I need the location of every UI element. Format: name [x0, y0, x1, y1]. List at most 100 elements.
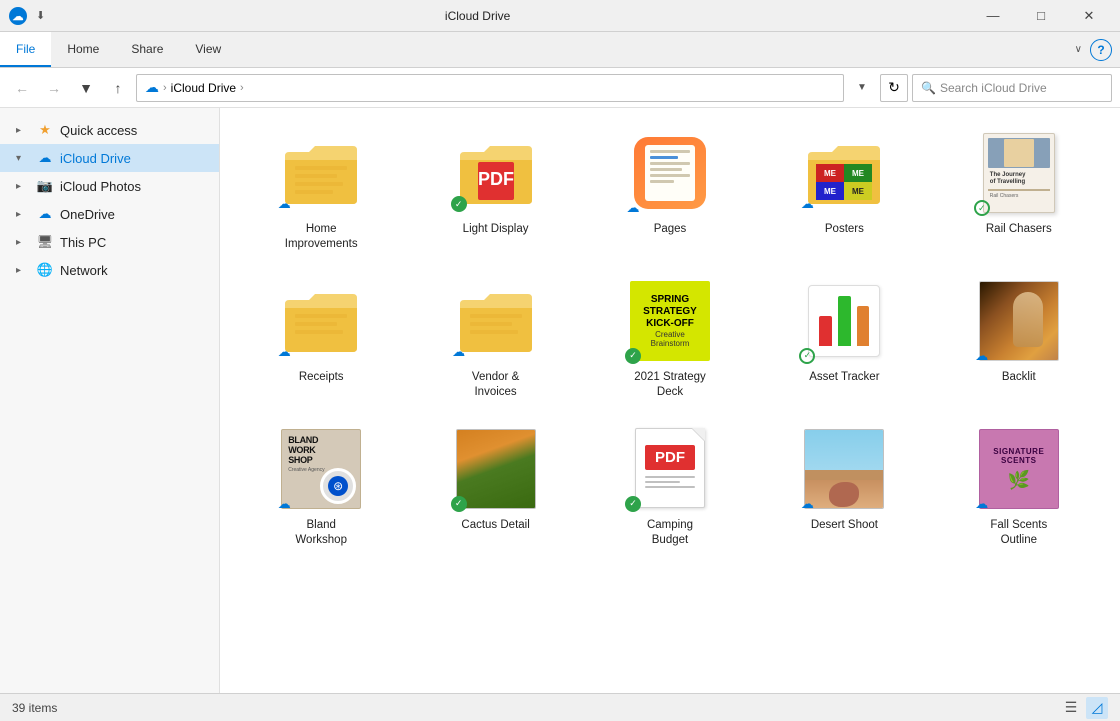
file-item-cactus-detail[interactable]: ✓ Cactus Detail [410, 416, 580, 556]
pdf-file-icon: PDF [635, 428, 705, 510]
forward-button[interactable]: → [40, 74, 68, 102]
file-item-light-display[interactable]: PDF ✓ Light Display [410, 120, 580, 260]
path-cloud-icon: ☁ [145, 79, 159, 96]
address-path[interactable]: ☁ › iCloud Drive › [136, 74, 844, 102]
chevron-icon: ▸ [16, 237, 30, 248]
svg-text:ME: ME [824, 187, 837, 196]
file-icon: ME ME ME ME ☁ [799, 128, 889, 218]
tab-view[interactable]: View [179, 32, 237, 67]
svg-text:ME: ME [852, 169, 865, 178]
sidebar-item-onedrive[interactable]: ▸ ☁ OneDrive [0, 200, 219, 228]
file-item-desert-shoot[interactable]: ☁ Desert Shoot [759, 416, 929, 556]
item-count: 39 items [12, 701, 57, 715]
onedrive-icon: ☁ [36, 205, 54, 223]
sidebar-label-icloud-drive: iCloud Drive [60, 151, 131, 166]
chevron-icon: ▸ [16, 181, 30, 192]
sync-cloud-icon: ☁ [799, 196, 815, 212]
sync-check-icon: ✓ [451, 496, 467, 512]
svg-text:PDF: PDF [478, 169, 514, 189]
sync-check-icon: ✓ [451, 196, 467, 212]
file-item-pages[interactable]: ☁ Pages [585, 120, 755, 260]
sidebar-item-this-pc[interactable]: ▸ 🖥 This PC [0, 228, 219, 256]
help-button[interactable]: ? [1090, 39, 1112, 61]
chevron-icon: ▾ [16, 153, 30, 164]
folder-svg: PDF [456, 138, 536, 208]
svg-text:ME: ME [852, 187, 865, 196]
file-icon: ✓ [451, 424, 541, 514]
tab-share[interactable]: Share [115, 32, 179, 67]
file-label: Receipts [299, 370, 344, 385]
chevron-icon: ▸ [16, 265, 30, 276]
file-item-posters[interactable]: ME ME ME ME ☁ Posters [759, 120, 929, 260]
address-dropdown-button[interactable]: ▼ [848, 74, 876, 102]
file-label: 2021 StrategyDeck [634, 370, 706, 400]
sidebar-item-quick-access[interactable]: ▸ ★ Quick access [0, 116, 219, 144]
file-item-receipts[interactable]: ☁ Receipts [236, 268, 406, 408]
file-icon: ☁ [974, 276, 1064, 366]
tab-file[interactable]: File [0, 32, 51, 67]
sync-check-outline-icon: ✓ [799, 348, 815, 364]
title-bar: ☁ ⬇ iCloud Drive — □ ✕ [0, 0, 1120, 32]
file-item-fall-scents[interactable]: SIGNATURESCENTS 🌿 ☁ Fall ScentsOutline [934, 416, 1104, 556]
chevron-icon: ▸ [16, 209, 30, 220]
sync-check-icon: ✓ [625, 348, 641, 364]
photos-icon: 📷 [36, 177, 54, 195]
file-item-rail-chasers[interactable]: The Journeyof Travelling Rail Chasers ✓ … [934, 120, 1104, 260]
file-icon: PDF ✓ [451, 128, 541, 218]
file-item-camping-budget[interactable]: PDF ✓ CampingBudget [585, 416, 755, 556]
file-icon: ☁ [451, 276, 541, 366]
file-label: Backlit [1002, 370, 1036, 385]
desert-image [804, 429, 884, 509]
sidebar-item-icloud-drive[interactable]: ▾ ☁ iCloud Drive [0, 144, 219, 172]
ribbon-collapse-button[interactable]: ∨ [1067, 44, 1090, 55]
file-label: Light Display [463, 222, 529, 237]
main-layout: ▸ ★ Quick access ▾ ☁ iCloud Drive ▸ 📷 iC… [0, 108, 1120, 693]
folder-svg [281, 286, 361, 356]
sidebar-item-network[interactable]: ▸ 🌐 Network [0, 256, 219, 284]
file-item-bland-workshop[interactable]: BLANDWORKSHOP Creative Agency ⊛ ☁ BlandW… [236, 416, 406, 556]
pages-app-icon [634, 137, 706, 209]
bland-image: BLANDWORKSHOP Creative Agency ⊛ [281, 429, 361, 509]
file-item-home-improvements[interactable]: ☁ HomeImprovements [236, 120, 406, 260]
file-item-vendor-invoices[interactable]: ☁ Vendor &Invoices [410, 268, 580, 408]
network-icon: 🌐 [36, 261, 54, 279]
large-icons-view-button[interactable]: ◿ [1086, 697, 1108, 719]
search-box[interactable]: 🔍 Search iCloud Drive [912, 74, 1112, 102]
sync-cloud-icon: ☁ [625, 200, 641, 216]
bar-red [819, 316, 832, 346]
maximize-button[interactable]: □ [1018, 0, 1064, 32]
details-view-button[interactable]: ☰ [1060, 697, 1082, 719]
file-grid: ☁ HomeImprovements PDF ✓ [236, 120, 1104, 556]
pc-icon: 🖥 [36, 233, 54, 251]
file-label: Pages [654, 222, 687, 237]
path-text: iCloud Drive [171, 81, 236, 95]
file-icon: ✓ [799, 276, 889, 366]
sync-cloud-icon: ☁ [451, 344, 467, 360]
back-button[interactable]: ← [8, 74, 36, 102]
file-item-asset-tracker[interactable]: ✓ Asset Tracker [759, 268, 929, 408]
file-label: Asset Tracker [809, 370, 879, 385]
sync-cloud-icon: ☁ [276, 196, 292, 212]
sidebar-label-this-pc: This PC [60, 235, 106, 250]
file-item-backlit[interactable]: ☁ Backlit [934, 268, 1104, 408]
close-button[interactable]: ✕ [1066, 0, 1112, 32]
file-item-strategy-deck[interactable]: SPRINGSTRATEGYKICK-OFF CreativeBrainstor… [585, 268, 755, 408]
recent-locations-button[interactable]: ▼ [72, 74, 100, 102]
file-label: CampingBudget [647, 518, 693, 548]
up-button[interactable]: ↑ [104, 74, 132, 102]
file-icon: ☁ [799, 424, 889, 514]
folder-svg [456, 286, 536, 356]
tab-home[interactable]: Home [51, 32, 115, 67]
folder-svg: ME ME ME ME [804, 138, 884, 208]
file-label: Fall ScentsOutline [990, 518, 1047, 548]
cactus-image [456, 429, 536, 509]
sidebar-item-icloud-photos[interactable]: ▸ 📷 iCloud Photos [0, 172, 219, 200]
sync-check-icon: ✓ [625, 496, 641, 512]
path-chevron-2: › [240, 82, 244, 94]
cloud-icon: ☁ [36, 149, 54, 167]
minimize-button[interactable]: — [970, 0, 1016, 32]
window-controls: — □ ✕ [970, 0, 1112, 32]
refresh-button[interactable]: ↻ [880, 74, 908, 102]
file-label: Vendor &Invoices [472, 370, 519, 400]
file-icon: ☁ [276, 128, 366, 218]
